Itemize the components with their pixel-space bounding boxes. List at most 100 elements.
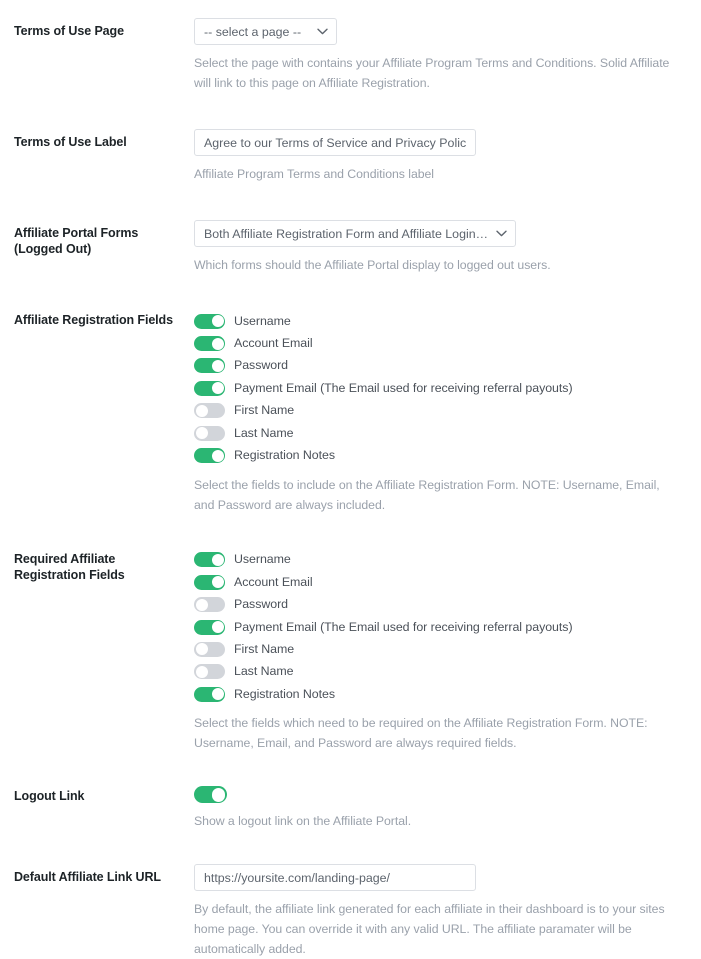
toggle-knob xyxy=(195,643,208,656)
toggle-list-registration-fields: Username Account Email Password Payment Ema… xyxy=(194,307,687,467)
toggle-label: Account Email xyxy=(234,574,313,589)
label-required-registration-fields: Required Affiliate Registration Fields xyxy=(14,546,190,583)
toggle-knob xyxy=(211,576,224,589)
affiliate-portal-forms-select[interactable]: Both Affiliate Registration Form and Aff… xyxy=(194,220,516,247)
terms-of-use-page-select[interactable]: -- select a page -- xyxy=(194,18,337,45)
terms-of-use-page-select-value: -- select a page -- xyxy=(204,24,302,39)
toggle-label: Payment Email (The Email used for receiv… xyxy=(234,380,573,395)
toggle-row: Last Name xyxy=(194,661,687,683)
toggle-row: First Name xyxy=(194,400,687,422)
description-terms-of-use-page: Select the page with contains your Affil… xyxy=(194,56,670,90)
toggle-label: Username xyxy=(234,552,291,567)
toggle-label: Username xyxy=(234,313,291,328)
toggle-knob xyxy=(211,337,224,350)
toggle-row: Account Email xyxy=(194,332,687,354)
toggle-label: Account Email xyxy=(234,336,313,351)
field-row-terms-of-use-label: Terms of Use Label Affiliate Program Ter… xyxy=(0,129,701,184)
toggle-knob xyxy=(211,315,224,328)
toggle-row: Registration Notes xyxy=(194,683,687,705)
toggle-knob xyxy=(195,598,208,611)
toggle-knob xyxy=(195,427,208,440)
toggle-row: Password xyxy=(194,594,687,616)
field-row-logout-link: Logout Link Show a logout link on the Af… xyxy=(0,783,701,831)
toggle-row: Payment Email (The Email used for receiv… xyxy=(194,377,687,399)
toggle-label: Registration Notes xyxy=(234,686,336,701)
toggle-row: First Name xyxy=(194,638,687,660)
label-terms-of-use-page: Terms of Use Page xyxy=(14,24,124,38)
field-row-terms-of-use-page: Terms of Use Page -- select a page -- Se… xyxy=(0,18,701,93)
label-affiliate-registration-fields: Affiliate Registration Fields xyxy=(14,313,173,327)
toggle-label: Password xyxy=(234,597,289,612)
label-default-affiliate-link-url: Default Affiliate Link URL xyxy=(14,870,161,885)
field-row-affiliate-registration-fields: Affiliate Registration Fields Username Ac… xyxy=(0,307,701,515)
label-logout-link: Logout Link xyxy=(14,789,85,804)
registration-field-toggle[interactable] xyxy=(194,403,225,419)
required-registration-field-toggle[interactable] xyxy=(194,574,225,590)
description-affiliate-portal-forms: Which forms should the Affiliate Portal … xyxy=(194,258,551,272)
toggle-label: Password xyxy=(234,358,289,373)
field-row-default-affiliate-link-url: Default Affiliate Link URL By default, t… xyxy=(0,864,701,959)
description-logout-link: Show a logout link on the Affiliate Port… xyxy=(194,814,412,829)
field-row-affiliate-portal-forms: Affiliate Portal Forms (Logged Out) Both… xyxy=(0,220,701,275)
label-required-registration-fields-line1: Required Affiliate xyxy=(14,551,116,566)
toggle-knob xyxy=(211,359,224,372)
registration-field-toggle[interactable] xyxy=(194,336,225,352)
toggle-row: Payment Email (The Email used for receiv… xyxy=(194,616,687,638)
control-terms-of-use-page: -- select a page -- Select the page with… xyxy=(190,18,687,93)
required-registration-field-toggle[interactable] xyxy=(194,597,225,613)
registration-field-toggle[interactable] xyxy=(194,358,225,374)
toggle-row: Password xyxy=(194,355,687,377)
required-registration-field-toggle[interactable] xyxy=(194,552,225,568)
toggle-row: Registration Notes xyxy=(194,444,687,466)
toggle-row: Username xyxy=(194,549,687,571)
required-registration-field-toggle[interactable] xyxy=(194,664,225,680)
description-terms-of-use-label: Affiliate Program Terms and Conditions l… xyxy=(194,167,434,181)
toggle-knob xyxy=(211,449,224,462)
toggle-row: Account Email xyxy=(194,571,687,593)
chevron-down-icon xyxy=(317,28,328,35)
control-required-registration-fields: Username Account Email Password Payment Ema… xyxy=(190,546,687,754)
terms-of-use-label-input[interactable] xyxy=(194,129,476,156)
toggle-label: First Name xyxy=(234,403,295,418)
toggle-knob xyxy=(195,665,208,678)
registration-field-toggle[interactable] xyxy=(194,380,225,396)
toggle-label: Last Name xyxy=(234,664,294,679)
toggle-list-required-registration-fields: Username Account Email Password Payment Ema… xyxy=(194,546,687,706)
required-registration-field-toggle[interactable] xyxy=(194,686,225,702)
label-affiliate-portal-forms: Affiliate Portal Forms (Logged Out) xyxy=(14,220,190,257)
affiliate-settings-form: Terms of Use Page -- select a page -- Se… xyxy=(0,0,701,959)
logout-link-toggle[interactable] xyxy=(194,786,227,804)
description-affiliate-registration-fields: Select the fields to include on the Affi… xyxy=(194,477,660,512)
toggle-knob xyxy=(211,688,224,701)
control-affiliate-registration-fields: Username Account Email Password Payment Ema… xyxy=(190,307,687,515)
toggle-label: Registration Notes xyxy=(234,448,336,463)
label-affiliate-portal-forms-line2: (Logged Out) xyxy=(14,242,92,256)
toggle-knob xyxy=(211,621,224,634)
affiliate-portal-forms-select-value: Both Affiliate Registration Form and Aff… xyxy=(204,226,490,241)
required-registration-field-toggle[interactable] xyxy=(194,619,225,635)
description-default-affiliate-link-url: By default, the affiliate link generated… xyxy=(194,902,665,957)
toggle-knob xyxy=(211,788,226,802)
default-affiliate-link-url-input[interactable] xyxy=(194,864,476,892)
control-default-affiliate-link-url: By default, the affiliate link generated… xyxy=(190,864,687,959)
description-required-registration-fields: Select the fields which need to be requi… xyxy=(194,716,648,751)
registration-field-toggle[interactable] xyxy=(194,448,225,464)
registration-field-toggle[interactable] xyxy=(194,425,225,441)
label-affiliate-portal-forms-line1: Affiliate Portal Forms xyxy=(14,226,139,240)
required-registration-field-toggle[interactable] xyxy=(194,641,225,657)
toggle-label: Payment Email (The Email used for receiv… xyxy=(234,619,573,634)
label-terms-of-use-label: Terms of Use Label xyxy=(14,135,127,149)
control-terms-of-use-label: Affiliate Program Terms and Conditions l… xyxy=(190,129,687,184)
toggle-label: Last Name xyxy=(234,425,294,440)
toggle-row: Last Name xyxy=(194,422,687,444)
toggle-knob xyxy=(211,382,224,395)
control-affiliate-portal-forms: Both Affiliate Registration Form and Aff… xyxy=(190,220,687,275)
toggle-knob xyxy=(211,553,224,566)
control-logout-link: Show a logout link on the Affiliate Port… xyxy=(190,783,687,831)
chevron-down-icon xyxy=(496,230,507,237)
toggle-label: First Name xyxy=(234,641,295,656)
field-row-required-registration-fields: Required Affiliate Registration Fields U… xyxy=(0,546,701,754)
label-required-registration-fields-line2: Registration Fields xyxy=(14,567,125,582)
toggle-row: Username xyxy=(194,310,687,332)
registration-field-toggle[interactable] xyxy=(194,313,225,329)
